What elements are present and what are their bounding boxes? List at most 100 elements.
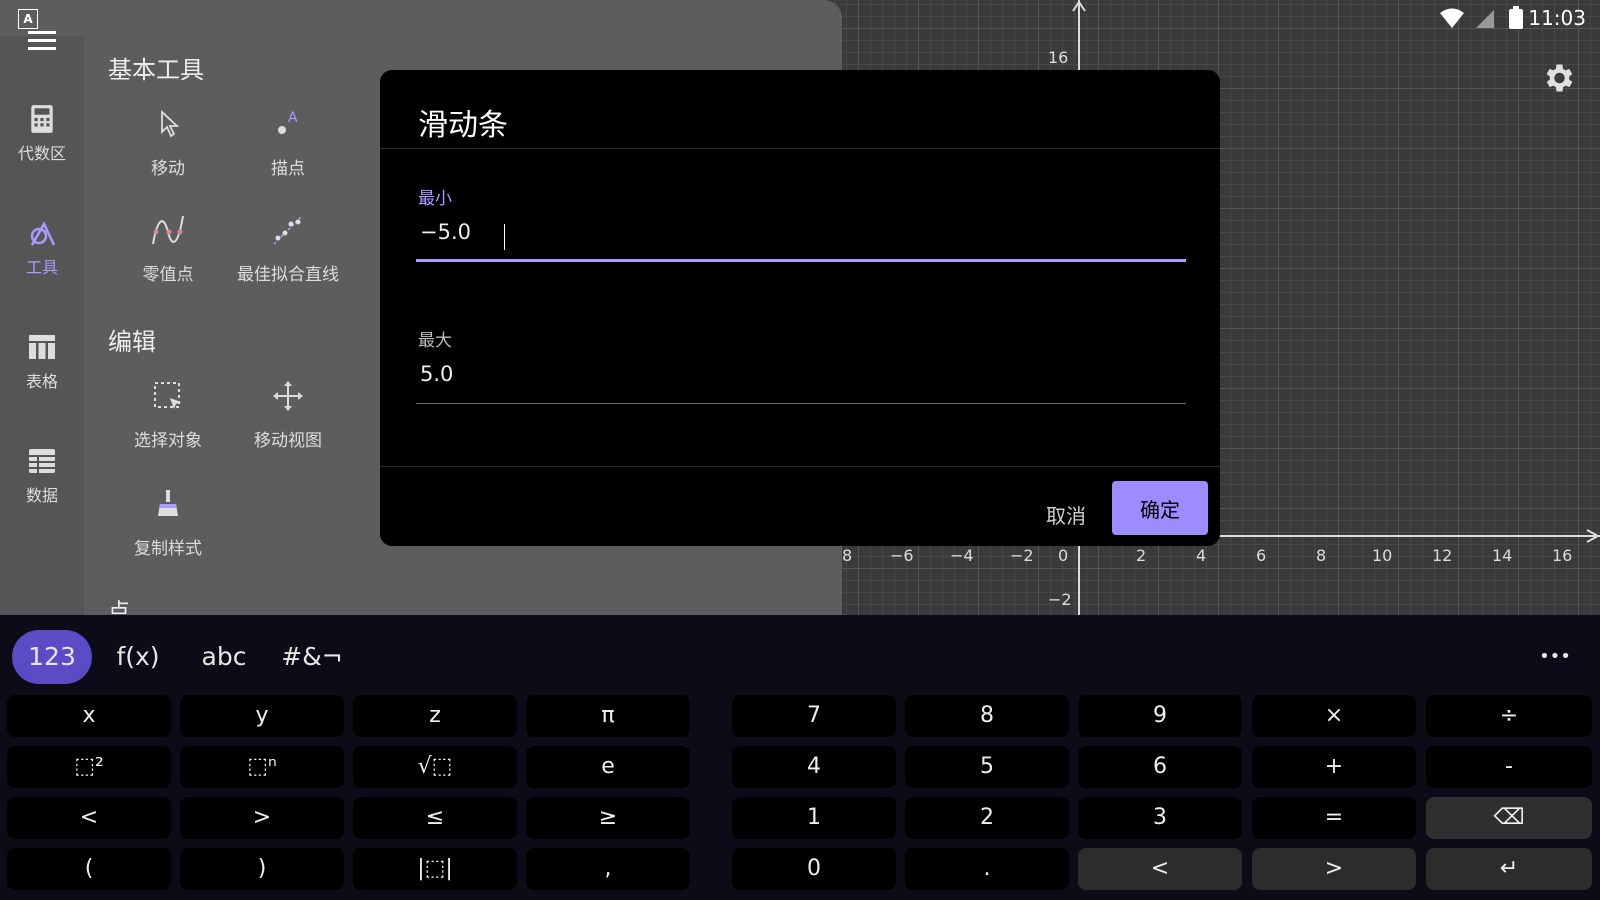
cursor-icon bbox=[161, 109, 180, 138]
key-4[interactable]: 4 bbox=[732, 746, 896, 788]
tab-123[interactable]: 123 bbox=[12, 630, 92, 684]
rail-item-algebra[interactable]: 代数区 bbox=[0, 104, 84, 164]
tool-roots[interactable]: 零值点 bbox=[108, 212, 228, 285]
dialog-divider bbox=[380, 466, 1220, 467]
section-title-point: 点 bbox=[108, 600, 131, 615]
tool-copy-style[interactable]: 复制样式 bbox=[108, 486, 228, 559]
gear-icon[interactable] bbox=[1540, 60, 1576, 96]
tool-point[interactable]: A 描点 bbox=[228, 106, 348, 179]
cursor-right-icon[interactable]: > bbox=[1252, 848, 1416, 890]
select-object-icon bbox=[154, 382, 181, 409]
roots-icon bbox=[152, 215, 184, 245]
key-1[interactable]: 1 bbox=[732, 797, 896, 839]
key-square[interactable]: ⬚² bbox=[7, 746, 171, 788]
best-fit-line-icon bbox=[273, 215, 303, 245]
key-e[interactable]: e bbox=[526, 746, 690, 788]
section-title-basic-tools: 基本工具 bbox=[108, 56, 204, 84]
backspace-icon[interactable]: ⌫ bbox=[1426, 797, 1592, 839]
key-minus[interactable]: - bbox=[1426, 746, 1592, 788]
table-icon bbox=[29, 335, 55, 359]
key-x[interactable]: x bbox=[7, 695, 171, 737]
key-3[interactable]: 3 bbox=[1078, 797, 1242, 839]
move-view-icon bbox=[273, 381, 303, 411]
x-tick-label: 6 bbox=[1256, 546, 1267, 565]
key-y[interactable]: y bbox=[180, 695, 344, 737]
tool-best-fit-line[interactable]: 最佳拟合直线 bbox=[228, 212, 348, 285]
cursor-left-icon[interactable]: < bbox=[1078, 848, 1242, 890]
tool-move[interactable]: 移动 bbox=[108, 106, 228, 179]
tab-symbols[interactable]: #&¬ bbox=[274, 630, 350, 684]
max-field-value: 5.0 bbox=[420, 362, 454, 386]
rail-item-tools[interactable]: 工具 bbox=[0, 218, 84, 278]
enter-icon[interactable]: ↵ bbox=[1426, 848, 1592, 890]
svg-text:A: A bbox=[288, 110, 298, 126]
x-tick-label: −2 bbox=[1010, 546, 1034, 565]
tab-functions[interactable]: f(x) bbox=[102, 630, 174, 684]
clock: 11:03 bbox=[1528, 6, 1586, 30]
x-tick-label: 14 bbox=[1492, 546, 1513, 565]
key-7[interactable]: 7 bbox=[732, 695, 896, 737]
tool-label: 选择对象 bbox=[134, 431, 202, 451]
key-comma[interactable]: , bbox=[526, 848, 690, 890]
rail-item-table[interactable]: 表格 bbox=[0, 332, 84, 392]
key-0[interactable]: 0 bbox=[732, 848, 896, 890]
key-5[interactable]: 5 bbox=[905, 746, 1069, 788]
no-signal-icon bbox=[1476, 10, 1494, 28]
tool-label: 移动 bbox=[151, 159, 185, 179]
y-tick-label: 16 bbox=[1048, 48, 1069, 67]
key-2[interactable]: 2 bbox=[905, 797, 1069, 839]
hamburger-menu-icon[interactable] bbox=[28, 30, 56, 52]
key-sqrt[interactable]: √⬚ bbox=[353, 746, 517, 788]
x-tick-label: −6 bbox=[890, 546, 914, 565]
key-abs[interactable]: |⬚| bbox=[353, 848, 517, 890]
key-8[interactable]: 8 bbox=[905, 695, 1069, 737]
x-tick-label: 16 bbox=[1552, 546, 1573, 565]
key-decimal[interactable]: . bbox=[905, 848, 1069, 890]
key-plus[interactable]: + bbox=[1252, 746, 1416, 788]
ok-button[interactable]: 确定 bbox=[1112, 481, 1208, 535]
max-field[interactable]: 5.0 bbox=[416, 354, 1186, 404]
x-tick-label: 0 bbox=[1058, 546, 1069, 565]
tool-select-object[interactable]: 选择对象 bbox=[108, 378, 228, 451]
max-field-label: 最大 bbox=[418, 331, 452, 351]
tool-label: 描点 bbox=[271, 159, 305, 179]
slider-dialog: 滑动条 最小 −5.0 最大 5.0 取消 确定 bbox=[380, 70, 1220, 546]
y-tick-label: −2 bbox=[1048, 590, 1072, 609]
tool-label: 最佳拟合直线 bbox=[237, 265, 339, 285]
tool-label: 零值点 bbox=[142, 265, 194, 285]
x-tick-label: 8 bbox=[842, 546, 853, 565]
x-tick-label: 2 bbox=[1136, 546, 1147, 565]
dialog-divider bbox=[380, 148, 1220, 149]
max-field-underline bbox=[416, 403, 1186, 404]
min-field[interactable]: −5.0 bbox=[416, 212, 1186, 262]
key-close-paren[interactable]: ) bbox=[180, 848, 344, 890]
key-6[interactable]: 6 bbox=[1078, 746, 1242, 788]
key-fraction[interactable]: ≤ bbox=[353, 797, 517, 839]
rail-item-label: 代数区 bbox=[17, 144, 66, 163]
tab-abc[interactable]: abc bbox=[186, 630, 262, 684]
key-divide[interactable]: ÷ bbox=[1426, 695, 1592, 737]
cancel-button[interactable]: 取消 bbox=[1016, 494, 1116, 534]
math-keyboard: 123 f(x) abc #&¬ ••• x y z π ⬚² ⬚ⁿ √⬚ e … bbox=[0, 615, 1600, 900]
tool-label: 移动视图 bbox=[254, 431, 322, 451]
key-power[interactable]: ⬚ⁿ bbox=[180, 746, 344, 788]
x-tick-label: 12 bbox=[1432, 546, 1453, 565]
tool-move-view[interactable]: 移动视图 bbox=[228, 378, 348, 451]
copy-style-icon bbox=[158, 490, 178, 516]
key-equals[interactable]: = bbox=[1252, 797, 1416, 839]
key-mixed-fraction[interactable]: ≥ bbox=[526, 797, 690, 839]
rail-item-data[interactable]: 数据 bbox=[0, 446, 84, 506]
calculator-icon bbox=[31, 105, 53, 133]
key-greater-than[interactable]: > bbox=[180, 797, 344, 839]
more-options-icon[interactable]: ••• bbox=[1530, 630, 1580, 684]
x-axis-arrow-icon bbox=[1586, 529, 1600, 543]
key-z[interactable]: z bbox=[353, 695, 517, 737]
spreadsheet-icon bbox=[29, 449, 55, 473]
min-field-value: −5.0 bbox=[420, 220, 471, 244]
key-open-paren[interactable]: ( bbox=[7, 848, 171, 890]
key-9[interactable]: 9 bbox=[1078, 695, 1242, 737]
key-pi[interactable]: π bbox=[526, 695, 690, 737]
key-less-than[interactable]: < bbox=[7, 797, 171, 839]
key-multiply[interactable]: × bbox=[1252, 695, 1416, 737]
battery-icon bbox=[1509, 6, 1523, 29]
